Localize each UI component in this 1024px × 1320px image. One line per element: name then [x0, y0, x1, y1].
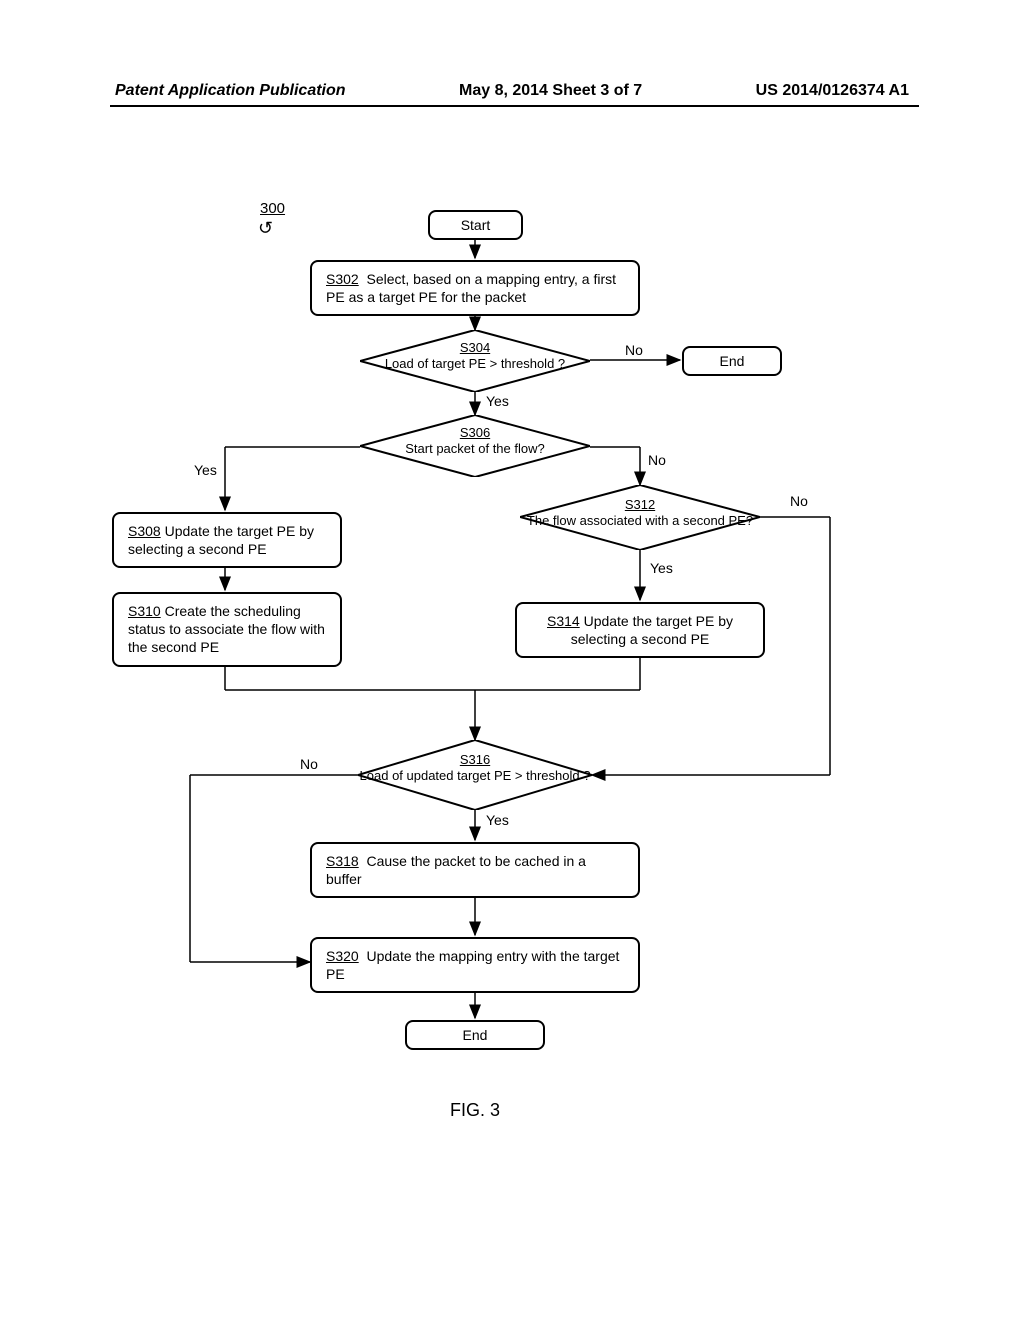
- step-s320: S320 Update the mapping entry with the t…: [310, 937, 640, 993]
- flowchart-diagram: 300 ↺ Start S302 Select, based on a mapp…: [0, 180, 1024, 1180]
- edge-label-yes: Yes: [486, 812, 509, 828]
- page-header: Patent Application Publication May 8, 20…: [0, 82, 1024, 100]
- header-date-sheet: May 8, 2014 Sheet 3 of 7: [459, 82, 642, 100]
- edge-label-yes: Yes: [486, 393, 509, 409]
- terminal-end-2: End: [405, 1020, 545, 1050]
- step-s314: S314 Update the target PE by selecting a…: [515, 602, 765, 658]
- terminal-end-label: End: [463, 1027, 488, 1043]
- decision-s306: S306 Start packet of the flow?: [360, 415, 590, 477]
- step-id: S306: [460, 425, 490, 440]
- header-publication: Patent Application Publication: [115, 82, 346, 100]
- figure-caption: FIG. 3: [450, 1100, 500, 1121]
- edge-label-no: No: [648, 452, 666, 468]
- step-s308: S308 Update the target PE by selecting a…: [112, 512, 342, 568]
- terminal-start: Start: [428, 210, 523, 240]
- step-id: S312: [625, 497, 655, 512]
- edge-label-no: No: [625, 342, 643, 358]
- header-divider: [110, 105, 919, 107]
- step-text: Load of target PE > threshold ?: [385, 356, 565, 371]
- step-text: Update the target PE by selecting a seco…: [571, 613, 733, 647]
- figure-reference-number: 300: [260, 200, 285, 217]
- edge-label-yes: Yes: [650, 560, 673, 576]
- step-text: Load of updated target PE > threshold ?: [360, 768, 591, 783]
- step-id: S318: [326, 853, 359, 869]
- reference-arrow-icon: ↺: [258, 218, 273, 239]
- step-id: S310: [128, 603, 161, 619]
- terminal-end-label: End: [720, 353, 745, 369]
- step-s318: S318 Cause the packet to be cached in a …: [310, 842, 640, 898]
- step-s310: S310 Create the scheduling status to ass…: [112, 592, 342, 667]
- step-id: S316: [460, 752, 490, 767]
- step-s302: S302 Select, based on a mapping entry, a…: [310, 260, 640, 316]
- step-text: Select, based on a mapping entry, a firs…: [326, 271, 616, 305]
- step-id: S302: [326, 271, 359, 287]
- terminal-end-1: End: [682, 346, 782, 376]
- header-pub-number: US 2014/0126374 A1: [756, 82, 909, 100]
- terminal-start-label: Start: [461, 217, 491, 233]
- edge-label-yes: Yes: [194, 462, 217, 478]
- step-id: S308: [128, 523, 161, 539]
- step-text: Update the mapping entry with the target…: [326, 948, 619, 982]
- decision-s304: S304 Load of target PE > threshold ?: [360, 330, 590, 392]
- step-id: S314: [547, 613, 580, 629]
- step-text: Cause the packet to be cached in a buffe…: [326, 853, 586, 887]
- decision-s316: S316 Load of updated target PE > thresho…: [358, 740, 592, 810]
- step-id: S320: [326, 948, 359, 964]
- step-text: Start packet of the flow?: [405, 441, 544, 456]
- edge-label-no: No: [300, 756, 318, 772]
- decision-s312: S312 The flow associated with a second P…: [520, 485, 760, 550]
- step-id: S304: [460, 340, 490, 355]
- step-text: The flow associated with a second PE?: [527, 513, 753, 528]
- edge-label-no: No: [790, 493, 808, 509]
